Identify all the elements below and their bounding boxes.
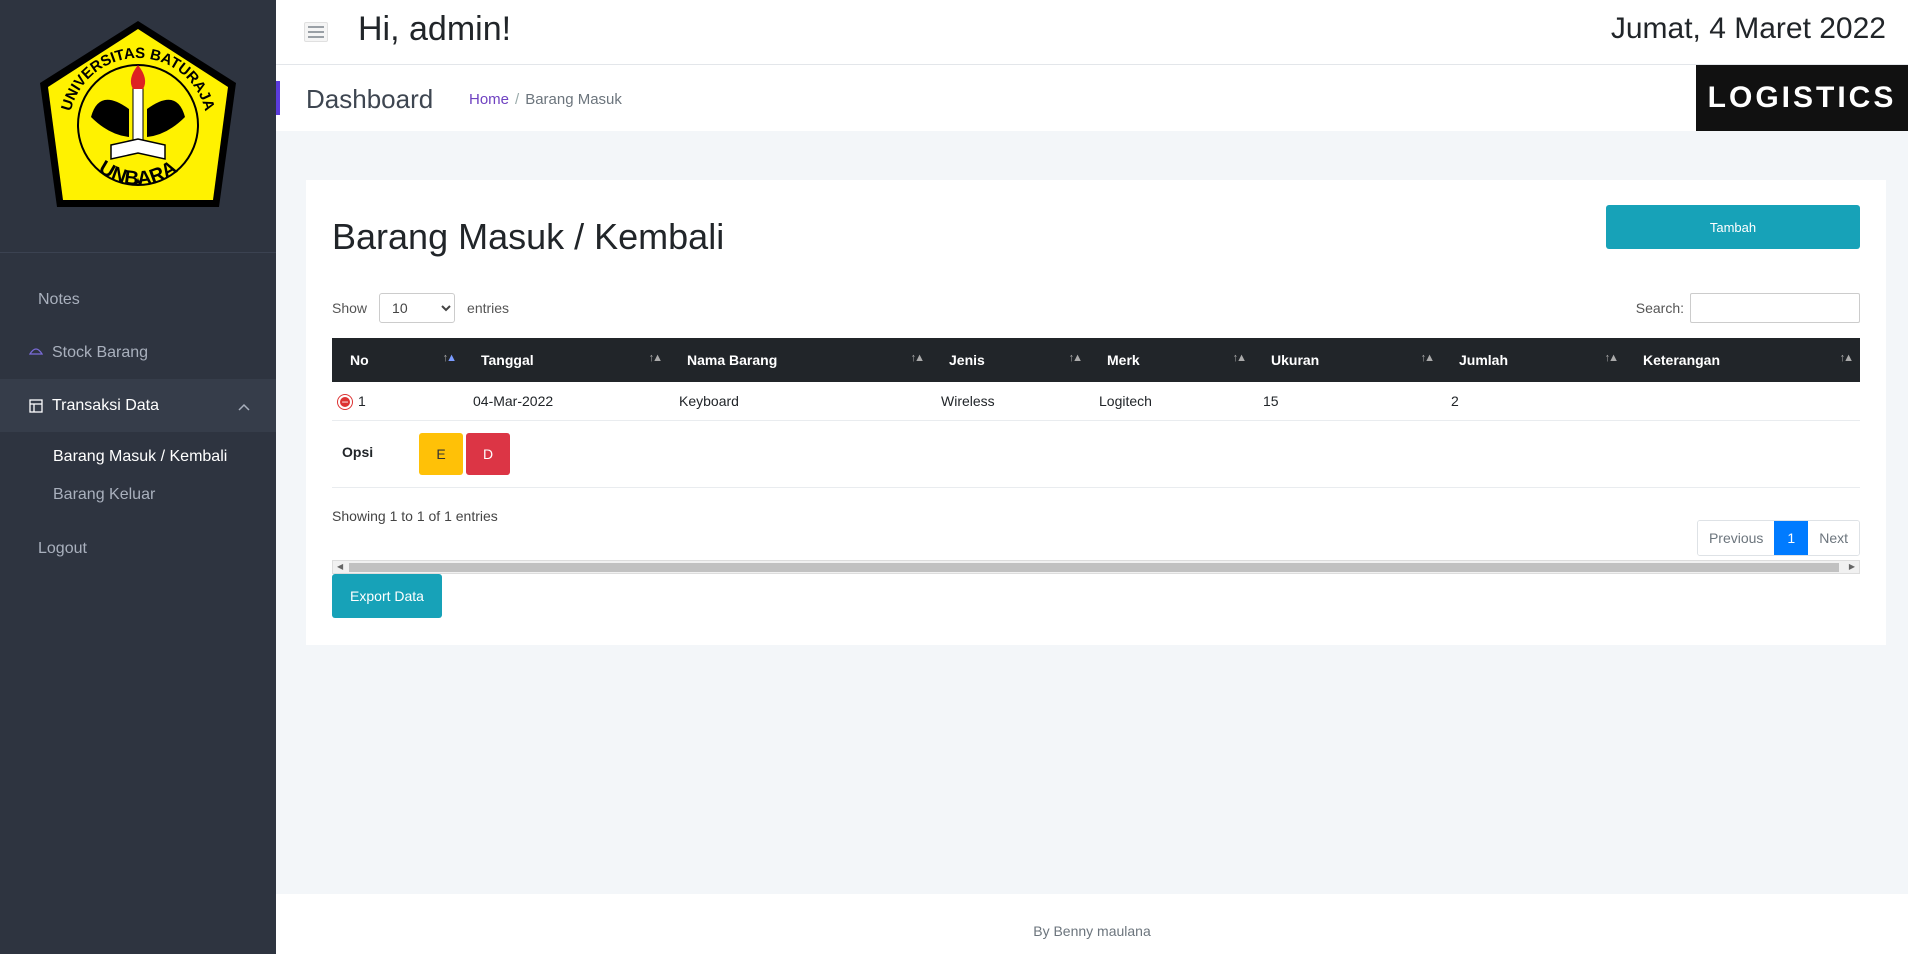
scroll-left-icon[interactable]: ◀ xyxy=(337,562,343,571)
column-header-nama-barang[interactable]: Nama Barang ↑▲ xyxy=(669,338,931,382)
column-header-no[interactable]: No ↑▲ xyxy=(332,338,463,382)
cell-tanggal: 04-Mar-2022 xyxy=(463,382,669,421)
pagination: Previous 1 Next xyxy=(1696,520,1860,556)
page-title: Dashboard xyxy=(306,84,434,114)
content-card: Barang Masuk / Kembali Tambah Show 10 en… xyxy=(306,180,1886,645)
cell-ukuran: 15 xyxy=(1253,382,1441,421)
chevron-up-icon xyxy=(238,398,250,416)
add-button[interactable]: Tambah xyxy=(1606,205,1860,249)
footer: By Benny maulana xyxy=(276,894,1908,954)
brand-logo: LOGISTICS xyxy=(1696,65,1908,131)
column-header-keterangan[interactable]: Keterangan ↑▲ xyxy=(1625,338,1860,382)
column-header-ukuran[interactable]: Ukuran ↑▲ xyxy=(1253,338,1441,382)
breadcrumb: Home / Barang Masuk xyxy=(469,91,622,108)
sidebar-subitem-barang-masuk[interactable]: Barang Masuk / Kembali xyxy=(0,438,276,476)
delete-button[interactable]: D xyxy=(466,432,510,475)
cell-merk: Logitech xyxy=(1089,382,1253,421)
cell-jumlah: 2 xyxy=(1441,382,1625,421)
page-size-control: Show 10 entries xyxy=(332,293,509,323)
table-row: −1 04-Mar-2022 Keyboard Wireless Logitec… xyxy=(332,382,1860,421)
sort-icon: ↑▲ xyxy=(1232,352,1247,364)
layout-icon xyxy=(28,398,44,414)
entries-label: entries xyxy=(467,300,510,316)
column-header-jenis[interactable]: Jenis ↑▲ xyxy=(931,338,1089,382)
top-header: Hi, admin! Jumat, 4 Maret 2022 xyxy=(276,0,1908,65)
breadcrumb-home-link[interactable]: Home xyxy=(469,91,509,108)
sort-icon: ↑▲ xyxy=(910,352,925,364)
table-info: Showing 1 to 1 of 1 entries xyxy=(332,508,498,524)
previous-page-button[interactable]: Previous xyxy=(1697,521,1775,555)
breadcrumb-current: Barang Masuk xyxy=(525,91,622,108)
sidebar-subitem-barang-keluar[interactable]: Barang Keluar xyxy=(0,476,276,514)
university-logo: UNIVERSITAS BATURAJA UNBARA ★ xyxy=(0,0,276,253)
column-header-tanggal[interactable]: Tanggal ↑▲ xyxy=(463,338,669,382)
breadcrumb-separator: / xyxy=(515,91,520,108)
cell-no: −1 xyxy=(332,382,463,421)
current-date: Jumat, 4 Maret 2022 xyxy=(1610,12,1886,45)
cell-jenis: Wireless xyxy=(931,382,1089,421)
page-size-select[interactable]: 10 xyxy=(379,293,456,323)
umbrella-icon xyxy=(28,345,44,361)
horizontal-scrollbar[interactable]: ◀ ▶ xyxy=(332,560,1860,574)
edit-button[interactable]: E xyxy=(419,432,463,475)
menu-toggle-icon[interactable] xyxy=(304,22,328,42)
cell-keterangan xyxy=(1625,382,1860,421)
sidebar-item-label: Notes xyxy=(38,290,80,308)
svg-text:★: ★ xyxy=(134,177,143,188)
scrollbar-thumb[interactable] xyxy=(349,563,1839,572)
page-button-1[interactable]: 1 xyxy=(1774,521,1809,555)
sidebar-item-stock-barang[interactable]: Stock Barang xyxy=(0,326,276,379)
column-header-jumlah[interactable]: Jumlah ↑▲ xyxy=(1441,338,1625,382)
sidebar-item-transaksi-data[interactable]: Transaksi Data xyxy=(0,379,276,432)
card-title: Barang Masuk / Kembali xyxy=(332,216,725,257)
sidebar-item-logout[interactable]: Logout xyxy=(0,522,276,575)
data-table: No ↑▲ Tanggal ↑▲ Nama Barang ↑▲ Jenis ↑▲ Mer… xyxy=(332,338,1860,488)
sidebar-item-label: Logout xyxy=(38,539,87,557)
row-detail: Opsi E D xyxy=(332,420,1860,488)
next-page-button[interactable]: Next xyxy=(1808,521,1859,555)
sort-icon: ↑▲ xyxy=(442,352,457,364)
sort-icon: ↑▲ xyxy=(1604,352,1619,364)
sort-icon: ↑▲ xyxy=(1839,352,1854,364)
sidebar-item-label: Transaksi Data xyxy=(52,396,159,414)
sort-icon: ↑▲ xyxy=(1420,352,1435,364)
sidebar-item-notes[interactable]: Notes xyxy=(0,273,276,326)
column-header-merk[interactable]: Merk ↑▲ xyxy=(1089,338,1253,382)
accent-bar xyxy=(276,81,280,115)
show-label: Show xyxy=(332,300,368,316)
opsi-label: Opsi xyxy=(342,444,374,461)
sidebar: UNIVERSITAS BATURAJA UNBARA ★ Notes Stoc… xyxy=(0,0,276,954)
sidebar-item-label: Stock Barang xyxy=(52,343,149,361)
scroll-right-icon[interactable]: ▶ xyxy=(1849,562,1855,571)
export-data-button[interactable]: Export Data xyxy=(332,574,442,618)
sidebar-submenu: Barang Masuk / Kembali Barang Keluar xyxy=(0,432,276,522)
cell-nama-barang: Keyboard xyxy=(669,382,931,421)
table-header-row: No ↑▲ Tanggal ↑▲ Nama Barang ↑▲ Jenis ↑▲ Mer… xyxy=(332,338,1860,382)
search-control: Search: xyxy=(1636,293,1860,323)
footer-credit: By Benny maulana xyxy=(1033,923,1151,939)
collapse-row-icon[interactable]: − xyxy=(338,394,352,409)
greeting: Hi, admin! xyxy=(358,10,512,48)
sidebar-nav: Notes Stock Barang Transaksi Data Barang… xyxy=(0,253,276,575)
page-header: Dashboard Home / Barang Masuk LOGISTICS xyxy=(276,65,1908,131)
search-input[interactable] xyxy=(1690,293,1860,323)
sort-icon: ↑▲ xyxy=(1068,352,1083,364)
sort-icon: ↑▲ xyxy=(648,352,663,364)
search-label: Search: xyxy=(1635,300,1684,316)
